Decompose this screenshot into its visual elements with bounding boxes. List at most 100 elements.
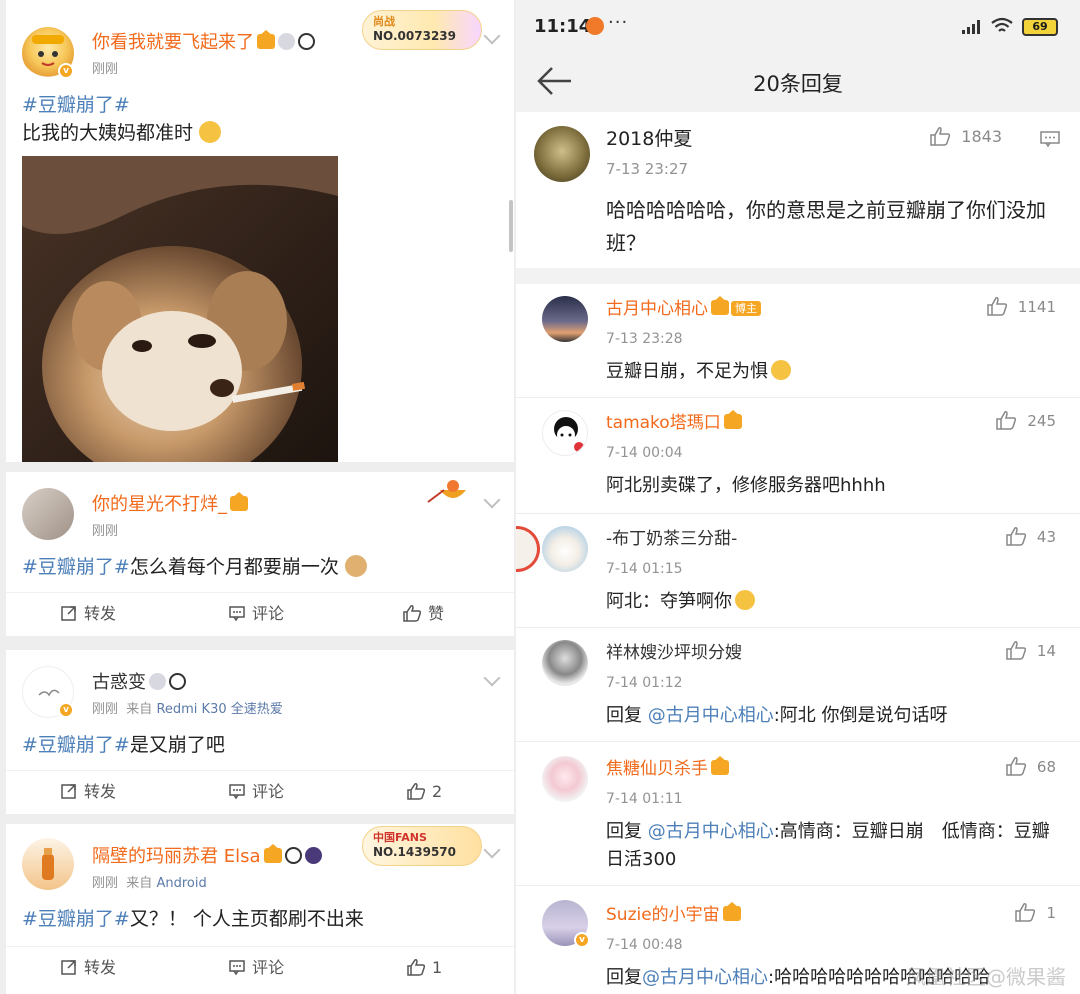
like-button[interactable]: 14 <box>1005 640 1056 662</box>
hex-badge-icon <box>304 847 322 864</box>
post-hashtag[interactable]: #豆瓣崩了# <box>22 92 130 118</box>
username[interactable]: tamako塔瑪口 <box>606 410 742 434</box>
user-avatar[interactable] <box>534 126 590 182</box>
chevron-down-icon[interactable] <box>483 669 501 687</box>
vip-crown-icon <box>257 30 275 49</box>
fan-badge: 中国FANS NO.1439570 <box>362 826 482 866</box>
username[interactable]: 你的星光不打烊_ <box>92 492 248 516</box>
like-button[interactable]: 1141 <box>986 296 1056 318</box>
comment-icon[interactable] <box>1040 130 1060 148</box>
reply-time: 7-14 01:15 <box>606 561 683 577</box>
reply-time: 7-13 23:28 <box>606 331 683 347</box>
like-button[interactable]: 2 <box>406 781 442 803</box>
username[interactable]: Suzie的小宇宙 <box>606 902 741 926</box>
wifi-icon <box>991 17 1013 32</box>
doge-emoji-icon <box>199 121 222 143</box>
like-button[interactable]: 1843 <box>929 126 1002 148</box>
thumbs-up-icon <box>1006 757 1026 776</box>
page-title: 20条回复 <box>753 72 843 96</box>
user-avatar[interactable] <box>542 296 588 342</box>
chevron-down-icon[interactable] <box>483 27 501 45</box>
vip-crown-icon <box>723 410 742 429</box>
post-card[interactable]: 隔壁的玛丽苏君 Elsa 刚刚 来自 Android 中国FANS NO.143… <box>6 824 514 994</box>
thumbs-up-icon <box>1006 641 1026 660</box>
username[interactable]: 古惑变 <box>92 672 186 694</box>
comment-button[interactable]: 评论 <box>228 957 284 979</box>
username[interactable]: 你看我就要飞起来了 <box>92 30 315 54</box>
mention-link[interactable]: @古月中心相心 <box>648 821 774 842</box>
user-avatar[interactable] <box>22 488 74 540</box>
post-meta: 刚刚 来自 Redmi K30 全速热爱 <box>92 702 283 717</box>
comment-icon <box>229 784 245 800</box>
panda-icon <box>169 673 186 690</box>
verified-badge-icon: v <box>574 932 590 948</box>
repost-button[interactable]: 转发 <box>60 603 116 625</box>
like-button[interactable]: 68 <box>1005 756 1056 778</box>
reply-text: 回复 @古月中心相心:高情商：豆瓣日崩 低情商：豆瓣日活300 <box>606 821 1050 870</box>
post-card[interactable]: v 古惑变 刚刚 来自 Redmi K30 全速热爱 #豆瓣崩了#是又崩了吧 转… <box>6 650 514 814</box>
reply-item[interactable]: 焦糖仙贝杀手 7-14 01:11 68 回复 @古月中心相心:高情商：豆瓣日崩… <box>516 742 1080 886</box>
username[interactable]: 2018仲夏 <box>606 128 692 150</box>
user-avatar[interactable] <box>542 410 588 456</box>
post-text: #豆瓣崩了#又？！ 个人主页都刷不出来 <box>22 908 364 930</box>
post-image[interactable] <box>22 156 338 462</box>
comment-time: 7-13 23:27 <box>606 160 689 178</box>
verified-badge-icon: v <box>58 63 74 79</box>
watermark: 凤凰社区@微果酱 <box>906 965 1066 989</box>
like-button[interactable]: 赞 <box>402 603 444 625</box>
user-avatar[interactable] <box>542 640 588 686</box>
emoji-icon <box>771 360 791 380</box>
username[interactable]: 祥林嫂沙坪坝分嫂 <box>606 642 742 664</box>
signal-icon <box>962 20 980 34</box>
mention-link[interactable]: @古月中心相心 <box>648 705 774 726</box>
main-comment[interactable]: 2018仲夏 7-13 23:27 1843 哈哈哈哈哈哈，你的意思是之前豆瓣崩… <box>516 112 1080 268</box>
like-button[interactable]: 43 <box>1005 526 1056 548</box>
user-avatar[interactable] <box>22 838 74 890</box>
reply-item[interactable]: tamako塔瑪口 7-14 00:04 245 阿北别卖碟了，修修服务器吧hh… <box>516 398 1080 514</box>
vip-crown-icon <box>711 296 729 315</box>
thumbs-up-icon <box>403 605 422 622</box>
post-actions: 转发 评论 赞 <box>6 592 514 636</box>
post-actions: 转发 评论 2 <box>6 770 514 814</box>
reply-item[interactable]: -布丁奶茶三分甜- 7-14 01:15 43 阿北：夺笋啊你 <box>516 514 1080 628</box>
post-text: 比我的大姨妈都准时 <box>22 120 222 146</box>
thumbs-up-icon <box>987 297 1007 316</box>
reply-item[interactable]: 古月中心相心 博主 7-13 23:28 1141 豆瓣日崩，不足为惧 <box>516 284 1080 398</box>
thumbs-up-icon <box>1006 527 1026 546</box>
thumbs-up-icon <box>996 411 1017 430</box>
like-button[interactable]: 1 <box>406 957 442 979</box>
thumbs-up-icon <box>1015 903 1036 922</box>
panda-icon <box>284 847 302 864</box>
panda-icon <box>298 33 315 50</box>
comment-button[interactable]: 评论 <box>228 781 284 803</box>
chevron-down-icon[interactable] <box>483 491 501 509</box>
username[interactable]: -布丁奶茶三分甜- <box>606 528 737 550</box>
post-card[interactable]: 你的星光不打烊_ 刚刚 #豆瓣崩了#怎么着每个月都要崩一次 转发 评论 赞 <box>6 472 514 636</box>
vip-crown-icon <box>263 844 282 863</box>
reply-time: 7-14 01:11 <box>606 791 683 807</box>
comment-icon <box>229 606 245 622</box>
comment-button[interactable]: 评论 <box>228 603 284 625</box>
mention-link[interactable]: @古月中心相心 <box>642 967 768 988</box>
user-avatar[interactable] <box>542 526 588 572</box>
user-avatar[interactable] <box>542 756 588 802</box>
username[interactable]: 古月中心相心 博主 <box>606 296 761 320</box>
repost-button[interactable]: 转发 <box>60 781 116 803</box>
username[interactable]: 隔壁的玛丽苏君 Elsa <box>92 844 322 868</box>
scrollbar[interactable] <box>509 200 513 252</box>
repost-icon <box>61 784 76 799</box>
chevron-down-icon[interactable] <box>483 841 501 859</box>
post-card[interactable]: v 你看我就要飞起来了 刚刚 尚战 NO.0073239 #豆瓣崩了# 比我的大… <box>6 0 514 462</box>
reply-item[interactable]: 祥林嫂沙坪坝分嫂 7-14 01:12 14 回复 @古月中心相心:阿北 你倒是… <box>516 628 1080 742</box>
blogger-tag: 博主 <box>731 301 761 316</box>
fan-badge: 尚战 NO.0073239 <box>362 10 482 50</box>
like-button[interactable]: 245 <box>995 410 1056 432</box>
post-time: 刚刚 <box>92 62 119 77</box>
post-time: 刚刚 <box>92 524 119 539</box>
bowl-decoration-icon <box>427 480 466 503</box>
username[interactable]: 焦糖仙贝杀手 <box>606 756 729 780</box>
repost-button[interactable]: 转发 <box>60 957 116 979</box>
left-feed-panel: v 你看我就要飞起来了 刚刚 尚战 NO.0073239 #豆瓣崩了# 比我的大… <box>0 0 516 994</box>
like-button[interactable]: 1 <box>1014 902 1056 924</box>
floating-decoration <box>516 526 540 572</box>
